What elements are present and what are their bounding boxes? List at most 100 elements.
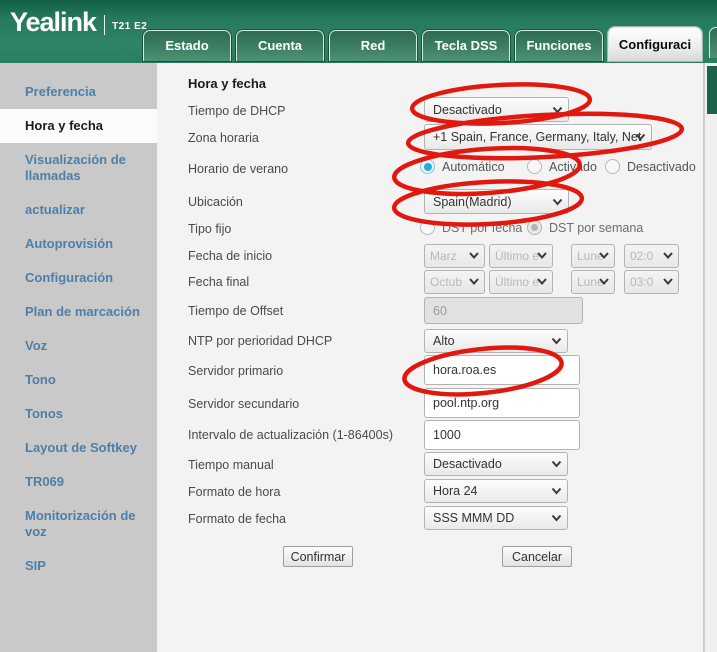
- logo-divider: [104, 15, 105, 35]
- note-panel-edge: [703, 63, 717, 652]
- label-zona-horaria: Zona horaria: [188, 130, 259, 146]
- chevron-down-icon: [551, 514, 562, 522]
- label-tiempo-dhcp: Tiempo de DHCP: [188, 103, 286, 119]
- radio-icon[interactable]: [527, 159, 542, 174]
- cancel-button[interactable]: Cancelar: [502, 546, 572, 567]
- manual-time-select[interactable]: Desactivado: [424, 452, 568, 476]
- chevron-down-icon: [551, 337, 562, 345]
- label-intervalo-actualizacion: Intervalo de actualización (1-86400s): [188, 427, 393, 443]
- location-select[interactable]: Spain(Madrid): [424, 189, 569, 214]
- sidebar-item-tono[interactable]: Tono: [0, 363, 157, 397]
- offset-input: [424, 297, 583, 324]
- label-horario-verano: Horario de verano: [188, 161, 288, 177]
- time-zone-value: +1 Spain, France, Germany, Italy, Net: [433, 130, 641, 144]
- date-format-select[interactable]: SSS MMM DD: [424, 506, 568, 530]
- chevron-down-icon: [537, 252, 547, 259]
- ntp-priority-select[interactable]: Alto: [424, 329, 568, 353]
- chevron-down-icon: [551, 487, 562, 495]
- sidebar: Preferencia Hora y fecha Visualización d…: [0, 63, 157, 652]
- date-format-value: SSS MMM DD: [433, 511, 514, 525]
- chevron-down-icon: [663, 252, 673, 259]
- manual-time-value: Desactivado: [433, 457, 502, 471]
- start-month-select[interactable]: Marz: [424, 244, 485, 268]
- dst-option-activado[interactable]: Activado: [527, 159, 597, 174]
- label-servidor-secundario: Servidor secundario: [188, 396, 299, 412]
- label-tipo-fijo: Tipo fijo: [188, 221, 231, 237]
- brand-text: Yealink: [10, 7, 96, 38]
- fixed-type-option-fecha[interactable]: DST por fecha: [420, 220, 522, 235]
- sidebar-item-configuracion[interactable]: Configuración: [0, 261, 157, 295]
- time-zone-select[interactable]: +1 Spain, France, Germany, Italy, Net: [424, 124, 652, 150]
- chevron-down-icon: [663, 278, 673, 285]
- radio-icon[interactable]: [605, 159, 620, 174]
- start-time-select[interactable]: 02:0: [624, 244, 679, 268]
- end-time-select[interactable]: 03:0: [624, 270, 679, 294]
- tab-cuenta[interactable]: Cuenta: [236, 30, 324, 61]
- start-week-value: Último e: [495, 249, 539, 263]
- dst-option-desactivado-label: Desactivado: [627, 160, 696, 174]
- chevron-down-icon: [552, 198, 563, 206]
- dst-option-automatico[interactable]: Automático: [420, 159, 505, 174]
- radio-selected-disabled-icon[interactable]: [527, 220, 542, 235]
- sidebar-item-actualizar[interactable]: actualizar: [0, 193, 157, 227]
- chevron-down-icon: [599, 278, 609, 285]
- chevron-down-icon: [537, 278, 547, 285]
- sidebar-item-layout-de-softkey[interactable]: Layout de Softkey: [0, 431, 157, 465]
- start-day-select[interactable]: Lune: [571, 244, 615, 268]
- tab-tecla-dss[interactable]: Tecla DSS: [422, 30, 510, 61]
- label-formato-fecha: Formato de fecha: [188, 511, 286, 527]
- end-day-select[interactable]: Lune: [571, 270, 615, 294]
- label-tiempo-offset: Tiempo de Offset: [188, 303, 283, 319]
- sidebar-item-plan-de-marcacion[interactable]: Plan de marcación: [0, 295, 157, 329]
- label-tiempo-manual: Tiempo manual: [188, 457, 274, 473]
- start-time-value: 02:0: [630, 249, 653, 263]
- radio-selected-icon[interactable]: [420, 159, 435, 174]
- label-formato-hora: Formato de hora: [188, 484, 280, 500]
- note-panel-header-edge: [707, 66, 717, 114]
- tab-configuracion[interactable]: Configuraci: [608, 27, 702, 61]
- end-month-value: Octub: [430, 275, 462, 289]
- label-fecha-final: Fecha final: [188, 274, 249, 290]
- header-bar: Yealink T21 E2 Estado Cuenta Red Tecla D…: [0, 0, 717, 63]
- end-week-select[interactable]: Último e: [489, 270, 553, 294]
- sidebar-item-sip[interactable]: SIP: [0, 549, 157, 583]
- page-title: Hora y fecha: [188, 76, 266, 91]
- label-servidor-primario: Servidor primario: [188, 363, 283, 379]
- fixed-type-semana-label: DST por semana: [549, 221, 643, 235]
- end-month-select[interactable]: Octub: [424, 270, 485, 294]
- confirm-button[interactable]: Confirmar: [283, 546, 353, 567]
- yealink-logo: Yealink T21 E2: [10, 7, 147, 38]
- tab-estado[interactable]: Estado: [143, 30, 231, 61]
- sidebar-item-autoprovision[interactable]: Autoprovisión: [0, 227, 157, 261]
- time-format-select[interactable]: Hora 24: [424, 479, 568, 503]
- dhcp-time-value: Desactivado: [433, 103, 502, 117]
- sidebar-item-tonos[interactable]: Tonos: [0, 397, 157, 431]
- fixed-type-option-semana[interactable]: DST por semana: [527, 220, 643, 235]
- dst-option-desactivado[interactable]: Desactivado: [605, 159, 696, 174]
- start-week-select[interactable]: Último e: [489, 244, 553, 268]
- sidebar-item-monitorizacion-de-voz[interactable]: Monitorización de voz: [0, 499, 157, 549]
- dhcp-time-select[interactable]: Desactivado: [424, 97, 569, 122]
- update-interval-input[interactable]: [424, 420, 580, 450]
- label-fecha-inicio: Fecha de inicio: [188, 248, 272, 264]
- label-ntp-por-dhcp: NTP por perioridad DHCP: [188, 333, 332, 349]
- sidebar-item-visualizacion-de-llamadas[interactable]: Visualización de llamadas: [0, 143, 157, 193]
- end-time-value: 03:0: [630, 275, 653, 289]
- end-week-value: Último e: [495, 275, 539, 289]
- sidebar-item-hora-y-fecha[interactable]: Hora y fecha: [0, 109, 157, 143]
- sidebar-item-voz[interactable]: Voz: [0, 329, 157, 363]
- tab-funciones[interactable]: Funciones: [515, 30, 603, 61]
- secondary-server-input[interactable]: [424, 388, 580, 418]
- sidebar-item-preferencia[interactable]: Preferencia: [0, 75, 157, 109]
- dst-option-automatico-label: Automático: [442, 160, 505, 174]
- tab-partial-next[interactable]: [709, 27, 717, 58]
- sidebar-item-tr069[interactable]: TR069: [0, 465, 157, 499]
- location-value: Spain(Madrid): [433, 195, 512, 209]
- radio-icon[interactable]: [420, 220, 435, 235]
- primary-server-input[interactable]: [424, 355, 580, 385]
- chevron-down-icon: [635, 133, 646, 141]
- dst-option-activado-label: Activado: [549, 160, 597, 174]
- tab-red[interactable]: Red: [329, 30, 417, 61]
- time-format-value: Hora 24: [433, 484, 477, 498]
- yealink-config-page: Yealink T21 E2 Estado Cuenta Red Tecla D…: [0, 0, 717, 652]
